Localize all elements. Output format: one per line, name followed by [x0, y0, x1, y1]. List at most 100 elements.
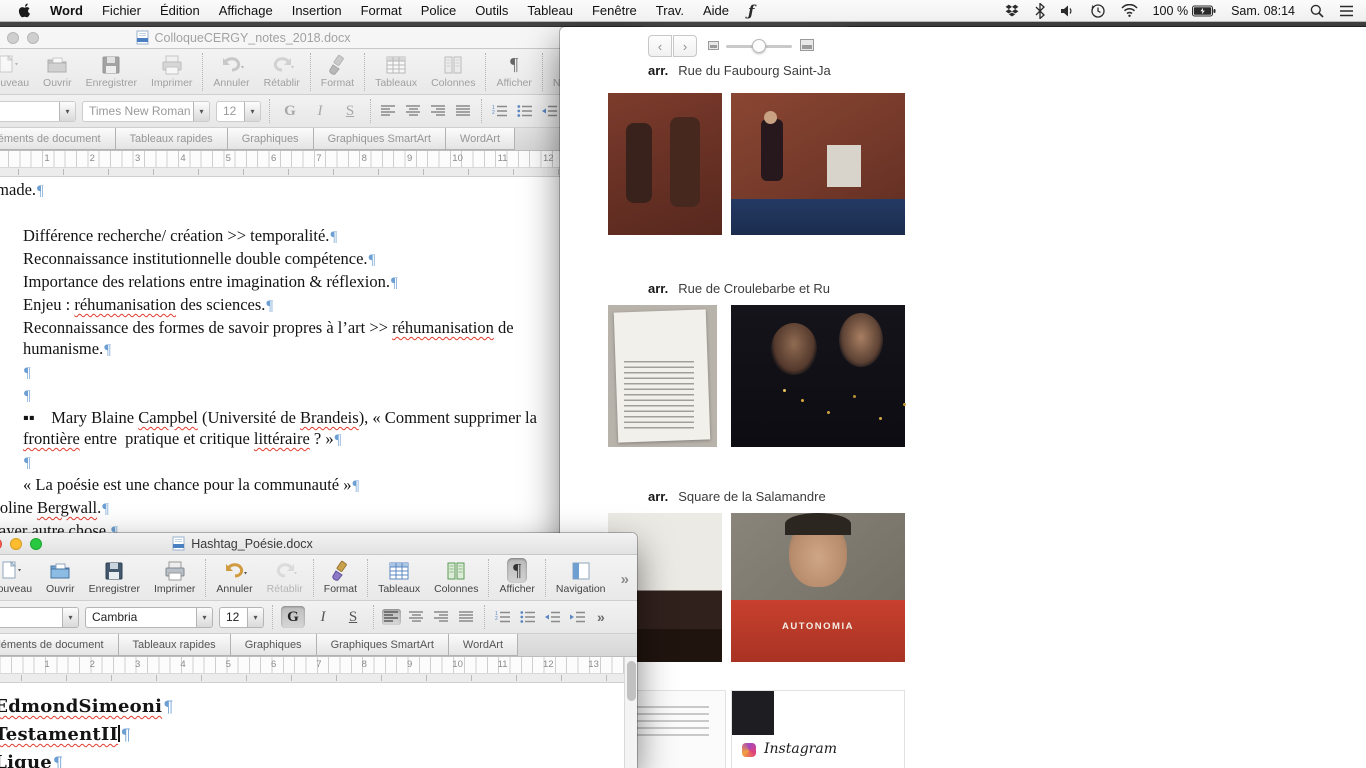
open-button[interactable]: Ouvrir [36, 52, 79, 89]
menu-clock[interactable]: Sam. 08:14 [1231, 4, 1295, 18]
style-dropdown[interactable]: ▾ [0, 607, 79, 628]
ribbon-tab[interactable]: WordArt [446, 128, 515, 150]
ribbon-tab[interactable]: WordArt [449, 634, 518, 656]
align-right-button[interactable] [429, 103, 448, 119]
tables-button[interactable]: Tableaux [368, 52, 424, 89]
photo-thumbnail[interactable] [608, 305, 717, 447]
menu-item[interactable]: Aide [703, 3, 729, 18]
redo-button[interactable]: Rétablir [257, 52, 307, 89]
menu-item[interactable]: Police [421, 3, 456, 18]
wifi-menu-icon[interactable] [1121, 4, 1138, 17]
traffic-lights[interactable] [0, 32, 39, 44]
scrollbar-thumb[interactable] [627, 661, 636, 701]
bulleted-list-button[interactable] [515, 103, 534, 119]
photos-forward-button[interactable]: › [673, 35, 697, 57]
zoom-button[interactable] [27, 32, 39, 44]
vertical-scrollbar[interactable] [624, 657, 637, 768]
new-document-button[interactable]: Nouveau [0, 558, 39, 595]
ribbon-tab[interactable]: Éléments de document [0, 128, 116, 150]
apple-menu-icon[interactable] [16, 2, 31, 19]
decrease-indent-button[interactable] [540, 103, 559, 119]
show-marks-button[interactable]: ¶Afficher [492, 558, 541, 595]
numbered-list-button[interactable]: 12 [490, 103, 509, 119]
bold-button[interactable]: G [278, 100, 302, 122]
underline-button[interactable]: S [341, 606, 365, 628]
columns-button[interactable]: Colonnes [427, 558, 485, 595]
ribbon-tab[interactable]: Graphiques [228, 128, 314, 150]
font-size-dropdown[interactable]: 12▾ [219, 607, 264, 628]
show-marks-button[interactable]: ¶Afficher [489, 52, 538, 89]
underline-button[interactable]: S [338, 100, 362, 122]
photo-thumbnail[interactable] [608, 93, 722, 235]
open-button[interactable]: Ouvrir [39, 558, 82, 595]
undo-button[interactable]: Annuler [209, 558, 259, 595]
italic-button[interactable]: I [308, 100, 332, 122]
format-button[interactable]: Format [314, 52, 361, 89]
titlebar[interactable]: ColloqueCERGY_notes_2018.docx [0, 27, 645, 49]
menu-item[interactable]: Édition [160, 3, 200, 18]
align-left-button[interactable] [382, 609, 401, 625]
ribbon-tab[interactable]: Graphiques SmartArt [314, 128, 446, 150]
italic-button[interactable]: I [311, 606, 335, 628]
horizontal-ruler[interactable]: 1234567891011121314 [0, 151, 645, 168]
bluetooth-menu-icon[interactable] [1035, 3, 1045, 19]
bulleted-list-button[interactable] [518, 609, 537, 625]
notification-center-icon[interactable] [1339, 5, 1354, 17]
photo-thumbnail[interactable] [731, 93, 905, 235]
volume-menu-icon[interactable] [1060, 4, 1075, 18]
save-button[interactable]: Enregistrer [82, 558, 147, 595]
tables-button[interactable]: Tableaux [371, 558, 427, 595]
font-dropdown[interactable]: Cambria▾ [85, 607, 213, 628]
new-document-button[interactable]: Nouveau [0, 52, 36, 89]
photo-thumbnail[interactable] [731, 305, 905, 447]
spotlight-search-icon[interactable] [1310, 4, 1324, 18]
ribbon-tab[interactable]: Tableaux rapides [119, 634, 231, 656]
format-button[interactable]: Format [317, 558, 364, 595]
menu-item[interactable]: Tableau [527, 3, 573, 18]
columns-button[interactable]: Colonnes [424, 52, 482, 89]
slider-thumb[interactable] [752, 39, 766, 53]
toolbar-overflow-chevron[interactable]: » [621, 571, 637, 588]
menu-item[interactable]: Format [361, 3, 402, 18]
horizontal-ruler[interactable]: 1234567891011121314 [0, 657, 637, 674]
format-overflow-chevron[interactable]: » [597, 609, 605, 625]
print-button[interactable]: Imprimer [144, 52, 199, 89]
minimize-button[interactable] [10, 538, 22, 550]
style-dropdown[interactable]: al (Web)▾ [0, 101, 76, 122]
bold-button[interactable]: G [281, 606, 305, 628]
font-dropdown[interactable]: Times New Roman▾ [82, 101, 210, 122]
time-machine-menu-icon[interactable] [1090, 3, 1106, 19]
ribbon-tab[interactable]: Graphiques [231, 634, 317, 656]
justify-button[interactable] [457, 609, 476, 625]
align-center-button[interactable] [407, 609, 426, 625]
align-left-button[interactable] [379, 103, 398, 119]
align-center-button[interactable] [404, 103, 423, 119]
close-button[interactable] [0, 538, 2, 550]
battery-status[interactable]: 100 % [1153, 4, 1216, 18]
dropbox-menu-icon[interactable] [1004, 3, 1020, 19]
numbered-list-button[interactable]: 12 [493, 609, 512, 625]
menu-item[interactable]: Fichier [102, 3, 141, 18]
photo-thumbnail[interactable]: AUTONOMIA [731, 513, 905, 662]
menu-item[interactable]: Insertion [292, 3, 342, 18]
menu-item[interactable]: Outils [475, 3, 508, 18]
undo-button[interactable]: Annuler [206, 52, 256, 89]
ribbon-tab[interactable]: Tableaux rapides [116, 128, 228, 150]
redo-button[interactable]: Rétablir [260, 558, 310, 595]
ribbon-tab[interactable]: Éléments de document [0, 634, 119, 656]
align-right-button[interactable] [432, 609, 451, 625]
traffic-lights[interactable] [0, 538, 42, 550]
save-button[interactable]: Enregistrer [79, 52, 144, 89]
photo-thumbnail[interactable]: Instagram [731, 690, 905, 768]
document-text-area[interactable]: Nomade.¶¶Différence recherche/ création … [0, 177, 645, 545]
titlebar[interactable]: Hashtag_Poésie.docx [0, 533, 637, 555]
menu-item[interactable]: Word [50, 3, 83, 18]
justify-button[interactable] [454, 103, 473, 119]
minimize-button[interactable] [7, 32, 19, 44]
document-text-area[interactable]: #EdmondSimeoni¶#TestamentII¶#Ligue¶ [0, 683, 637, 768]
script-app-menu-icon[interactable]: ƒ [748, 2, 754, 20]
ribbon-tab[interactable]: Graphiques SmartArt [317, 634, 449, 656]
increase-indent-button[interactable] [568, 609, 587, 625]
menu-item[interactable]: Fenêtre [592, 3, 637, 18]
font-size-dropdown[interactable]: 12▾ [216, 101, 261, 122]
